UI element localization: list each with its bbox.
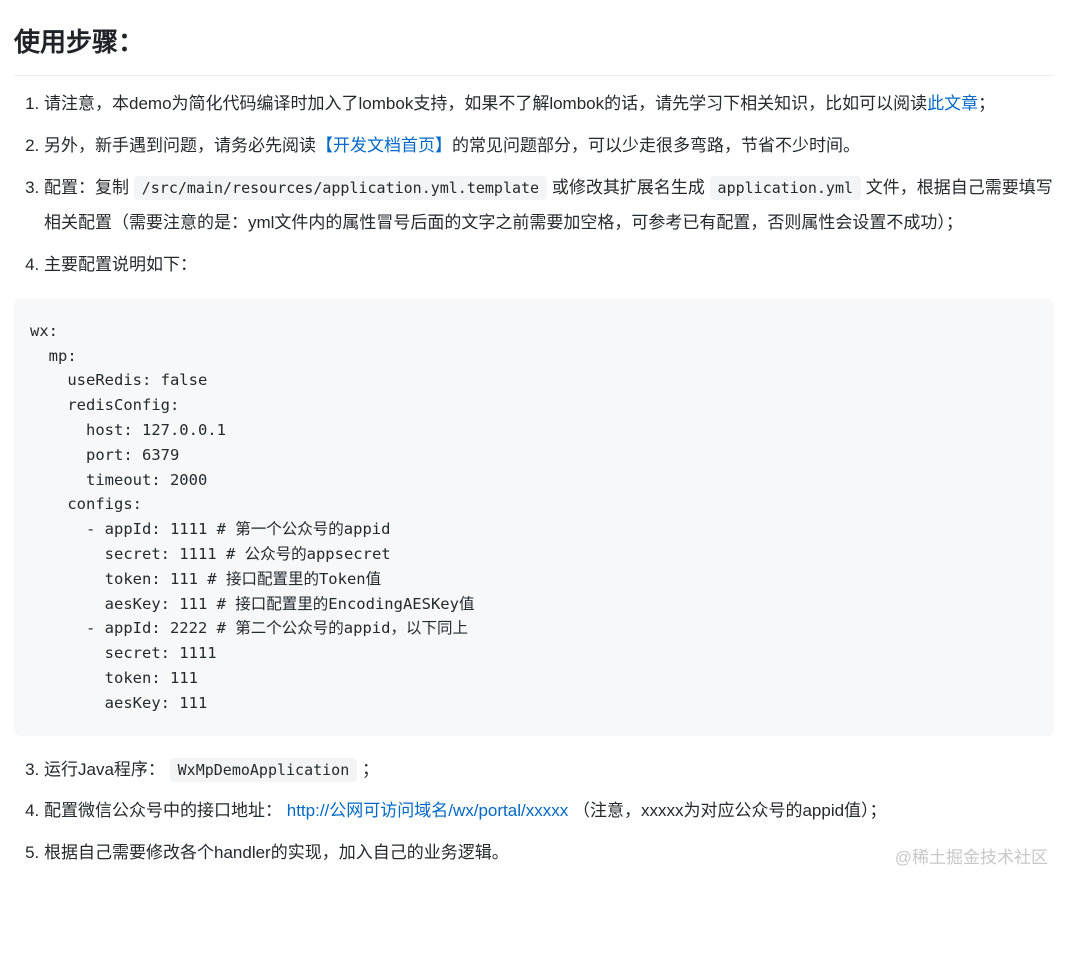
step-1-text-before: 请注意，本demo为简化代码编译时加入了lombok支持，如果不了解lombok… bbox=[44, 94, 927, 113]
step-6: 配置微信公众号中的接口地址： http://公网可访问域名/wx/portal/… bbox=[44, 793, 1054, 829]
step-5: 运行Java程序： WxMpDemoApplication ； bbox=[44, 752, 1054, 788]
link-lombok-article[interactable]: 此文章 bbox=[927, 94, 978, 113]
step-2: 另外，新手遇到问题，请务必先阅读【开发文档首页】的常见问题部分，可以少走很多弯路… bbox=[44, 128, 1054, 164]
link-callback-url[interactable]: http://公网可访问域名/wx/portal/xxxxx bbox=[287, 801, 569, 820]
step-2-text-before: 另外，新手遇到问题，请务必先阅读 bbox=[44, 136, 316, 155]
link-dev-docs-home[interactable]: 【开发文档首页】 bbox=[316, 136, 452, 155]
steps-list-part2: 运行Java程序： WxMpDemoApplication ； 配置微信公众号中… bbox=[14, 752, 1054, 871]
step-6-pre: 配置微信公众号中的接口地址： bbox=[44, 801, 287, 820]
step-3: 配置：复制 /src/main/resources/application.ym… bbox=[44, 170, 1054, 241]
step-1-text-after: ； bbox=[978, 94, 995, 113]
steps-list-part1: 请注意，本demo为简化代码编译时加入了lombok支持，如果不了解lombok… bbox=[14, 86, 1054, 282]
step-3-mid1: 或修改其扩展名生成 bbox=[547, 178, 709, 197]
heading-usage-steps: 使用步骤： bbox=[14, 18, 1054, 76]
step-5-pre: 运行Java程序： bbox=[44, 760, 170, 779]
code-main-class: WxMpDemoApplication bbox=[170, 758, 358, 782]
yaml-config-codeblock[interactable]: wx: mp: useRedis: false redisConfig: hos… bbox=[14, 299, 1054, 736]
step-7: 根据自己需要修改各个handler的实现，加入自己的业务逻辑。 bbox=[44, 835, 1054, 871]
step-6-post: （注意，xxxxx为对应公众号的appid值）； bbox=[568, 801, 886, 820]
code-template-path: /src/main/resources/application.yml.temp… bbox=[134, 176, 547, 200]
step-3-pre1: 配置：复制 bbox=[44, 178, 134, 197]
code-application-yml: application.yml bbox=[710, 176, 861, 200]
step-4: 主要配置说明如下： bbox=[44, 247, 1054, 283]
step-5-post: ； bbox=[357, 760, 379, 779]
document-container: 使用步骤： 请注意，本demo为简化代码编译时加入了lombok支持，如果不了解… bbox=[0, 0, 1068, 897]
step-2-text-after: 的常见问题部分，可以少走很多弯路，节省不少时间。 bbox=[452, 136, 860, 155]
step-1: 请注意，本demo为简化代码编译时加入了lombok支持，如果不了解lombok… bbox=[44, 86, 1054, 122]
